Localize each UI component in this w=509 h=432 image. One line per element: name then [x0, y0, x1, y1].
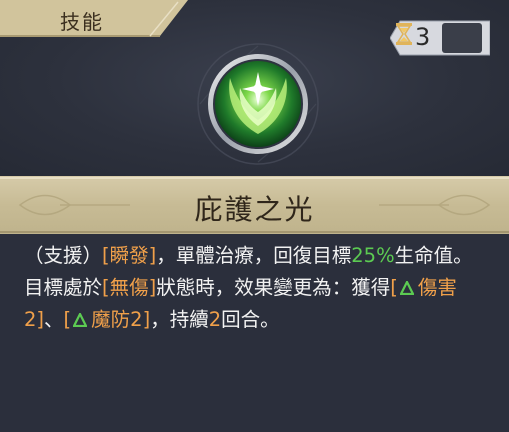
- bracket-close: ]: [36, 308, 45, 331]
- buff-up-triangle-icon: [399, 281, 414, 295]
- desc-text3: 狀態時，效果變更為：獲得: [156, 276, 391, 299]
- keyword-instant[interactable]: [瞬發]: [102, 244, 156, 267]
- keyword-no-damage[interactable]: [無傷]: [102, 276, 156, 299]
- desc-text4: ，持續: [150, 308, 209, 331]
- desc-tag-support: （支援）: [24, 244, 103, 267]
- tab-label: 技能: [60, 10, 104, 34]
- desc-separator: 、: [44, 308, 64, 331]
- heal-percent: 25%: [351, 244, 395, 267]
- skill-header: 技能 3: [0, 0, 509, 176]
- bracket-open: [: [63, 308, 72, 331]
- hourglass-icon: [396, 23, 412, 45]
- card-footer: [0, 392, 509, 432]
- desc-text1: ，單體治療，回復目標: [156, 244, 352, 267]
- cooldown-badge: 3: [390, 20, 490, 56]
- desc-text5: 回合。: [221, 308, 280, 331]
- buff-magic-defense[interactable]: [魔防2]: [64, 308, 151, 331]
- skill-name: 庇護之光: [194, 193, 315, 226]
- radiant-wings-icon: [197, 43, 319, 165]
- duration-turns: 2: [208, 308, 222, 331]
- skill-name-band: 庇護之光: [0, 176, 509, 234]
- skill-card: 技能 3 庇護之光 （支援）[瞬發]，單體治療，回復目標25%生命值。目標處於[…: [0, 0, 509, 432]
- buff-magic-defense-label: 魔防2: [91, 308, 143, 331]
- bracket-open: [: [390, 276, 398, 299]
- tab-skill[interactable]: 技能: [0, 0, 190, 37]
- skill-description: （支援）[瞬發]，單體治療，回復目標25%生命值。目標處於[無傷]狀態時，效果變…: [24, 240, 492, 336]
- buff-up-triangle-icon: [73, 313, 88, 327]
